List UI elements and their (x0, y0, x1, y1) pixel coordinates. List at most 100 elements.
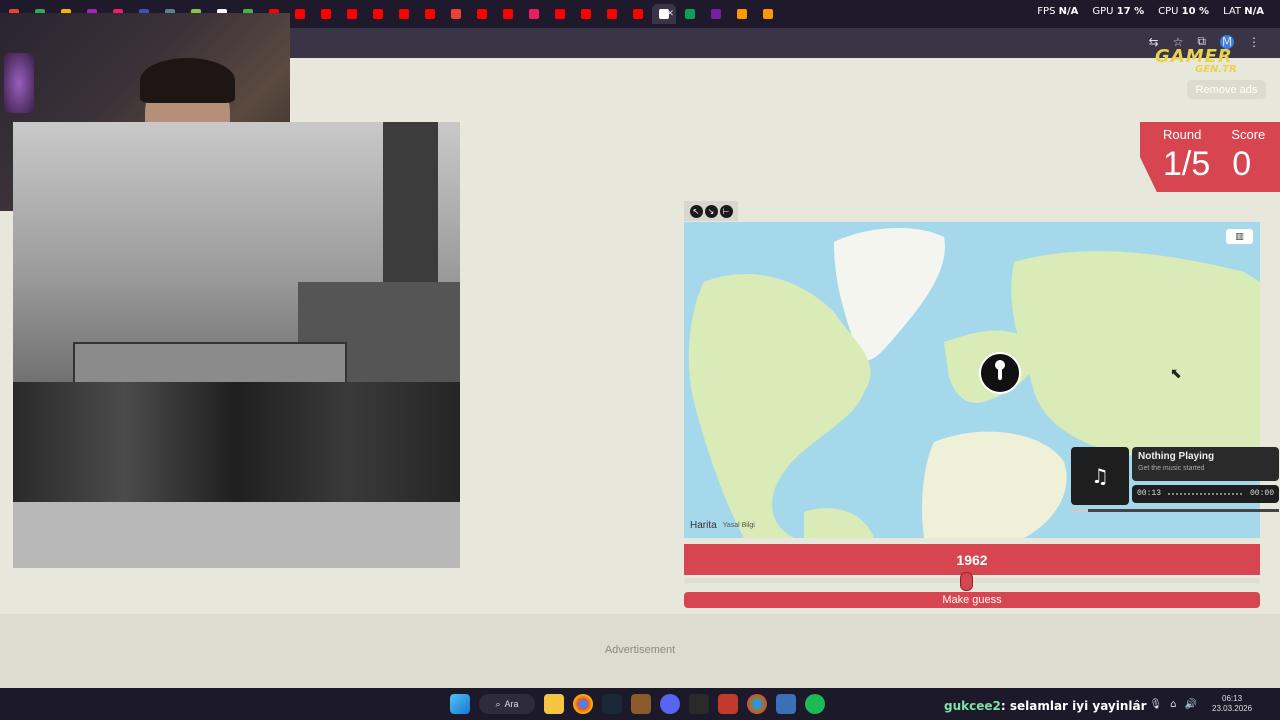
tab-favicon-icon (503, 9, 513, 19)
performance-overlay: FPS N/A GPU 17 % CPU 10 % LAT N/A (1037, 6, 1264, 17)
browser-tab[interactable] (288, 4, 312, 24)
map-expand-icon[interactable]: ↖ (689, 204, 703, 218)
music-subtitle: Get the music started (1138, 465, 1205, 472)
asia-landmass (1011, 251, 1260, 467)
music-timeline[interactable]: 00:13 00:00 (1132, 485, 1279, 503)
browser-tab[interactable] (730, 4, 754, 24)
tab-close-icon[interactable]: ✕ (666, 9, 674, 19)
map-pin-toggle-icon[interactable]: ⊢ (719, 204, 733, 218)
music-note-icon[interactable]: ♫ (1071, 447, 1129, 505)
microphone-icon[interactable]: 🎙 (1149, 699, 1162, 710)
browser-tab[interactable] (574, 4, 598, 24)
score-value: 0 (1232, 145, 1252, 183)
epic-games-icon[interactable] (689, 694, 709, 714)
game-app-icon[interactable] (631, 694, 651, 714)
score-labels: Round Score (1163, 127, 1265, 142)
remove-ads-button[interactable]: Remove ads (1187, 80, 1266, 99)
settings-app-icon[interactable] (776, 694, 796, 714)
tab-favicon-icon (295, 9, 305, 19)
tab-favicon-icon (607, 9, 617, 19)
chrome-active-icon[interactable] (747, 694, 767, 714)
browser-tab[interactable]: ✕ (652, 4, 676, 24)
music-widget: ♫ Nothing Playing Get the music started … (1071, 447, 1279, 513)
make-guess-button[interactable]: Make guess (684, 592, 1260, 608)
tray-chevron-icon[interactable]: ⌃ (1133, 699, 1141, 710)
year-slider-thumb[interactable] (960, 572, 974, 591)
year-display: 1962 (684, 544, 1260, 575)
cpu-readout: CPU 10 % (1158, 6, 1210, 17)
tab-favicon-icon (529, 9, 539, 19)
browser-tab[interactable] (392, 4, 416, 24)
browser-tab[interactable] (522, 4, 546, 24)
map-layers-icon[interactable]: ▥ (1226, 229, 1253, 244)
music-progress-fill (1071, 509, 1088, 512)
map-provider-label: Harita (690, 520, 717, 531)
photo-street (13, 502, 460, 568)
tab-favicon-icon (373, 9, 383, 19)
mouse-cursor-icon: ⬉ (1170, 366, 1182, 382)
windows-start-icon[interactable] (450, 694, 470, 714)
guess-pin-icon[interactable] (979, 352, 1021, 394)
music-time-elapsed: 00:13 (1137, 489, 1162, 498)
map-controls: ↖ ↘ ⊢ (684, 201, 738, 221)
browser-tab[interactable] (444, 4, 468, 24)
tab-favicon-icon (737, 9, 747, 19)
webcam-person-hair (140, 58, 235, 103)
tab-favicon-icon (477, 9, 487, 19)
tab-favicon-icon (399, 9, 409, 19)
browser-tab[interactable] (756, 4, 780, 24)
music-track-dots (1168, 493, 1244, 495)
volume-icon[interactable]: 🔊 (1184, 699, 1196, 710)
round-value: 1/5 (1163, 145, 1211, 183)
file-explorer-icon[interactable] (544, 694, 564, 714)
africa-landmass (922, 431, 1067, 538)
round-photo (13, 122, 460, 568)
map-attribution: Harita Yasal Bilgi (690, 520, 755, 531)
round-label: Round (1163, 127, 1202, 142)
map-shrink-icon[interactable]: ↘ (704, 204, 718, 218)
tab-favicon-icon (633, 9, 643, 19)
taskbar-clock[interactable]: 06:13 23.03.2026 (1212, 694, 1252, 714)
browser-tab[interactable] (314, 4, 338, 24)
system-tray: ⌃ 🎙 ⌂ 🔊 (1133, 699, 1197, 710)
browser-tab[interactable] (470, 4, 494, 24)
browser-tab[interactable] (548, 4, 572, 24)
browser-tab[interactable] (626, 4, 650, 24)
tab-favicon-icon (555, 9, 565, 19)
chat-overlay: gukcee2: selamlar iyi yayinlar (944, 699, 1147, 713)
map-legal-link[interactable]: Yasal Bilgi (723, 522, 755, 529)
streaming-app-icon[interactable] (718, 694, 738, 714)
browser-tab[interactable] (678, 4, 702, 24)
spotify-icon[interactable] (805, 694, 825, 714)
clock-date: 23.03.2026 (1212, 704, 1253, 713)
tab-favicon-icon (451, 9, 461, 19)
browser-tab[interactable] (496, 4, 520, 24)
fps-readout: FPS N/A (1037, 6, 1079, 17)
browser-tab[interactable] (366, 4, 390, 24)
webcam-rgb-light (4, 53, 34, 113)
chrome-icon[interactable] (573, 694, 593, 714)
music-info: Nothing Playing Get the music started (1132, 447, 1279, 481)
south-america-landmass (804, 508, 874, 538)
browser-tab[interactable] (600, 4, 624, 24)
tab-favicon-icon (581, 9, 591, 19)
network-icon[interactable]: ⌂ (1170, 699, 1176, 710)
gamer-logo-sub: GEN.TR (1195, 64, 1237, 75)
steam-icon[interactable] (602, 694, 622, 714)
discord-icon[interactable] (660, 694, 680, 714)
browser-tab[interactable] (418, 4, 442, 24)
menu-icon[interactable]: ⋮ (1248, 35, 1260, 49)
ad-label: Advertisement (604, 644, 676, 656)
score-label: Score (1231, 127, 1266, 142)
music-progress-bar (1071, 509, 1279, 512)
browser-tab[interactable] (704, 4, 728, 24)
music-time-total: 00:00 (1249, 489, 1274, 498)
taskbar-search[interactable]: ⌕ Ara (479, 694, 535, 714)
tab-favicon-icon (711, 9, 721, 19)
browser-tab[interactable] (340, 4, 364, 24)
tab-favicon-icon (763, 9, 773, 19)
lat-readout: LAT N/A (1223, 6, 1264, 17)
tab-favicon-icon (347, 9, 357, 19)
gpu-readout: GPU 17 % (1092, 6, 1145, 17)
taskbar-icons: ⌕ Ara (450, 694, 825, 714)
